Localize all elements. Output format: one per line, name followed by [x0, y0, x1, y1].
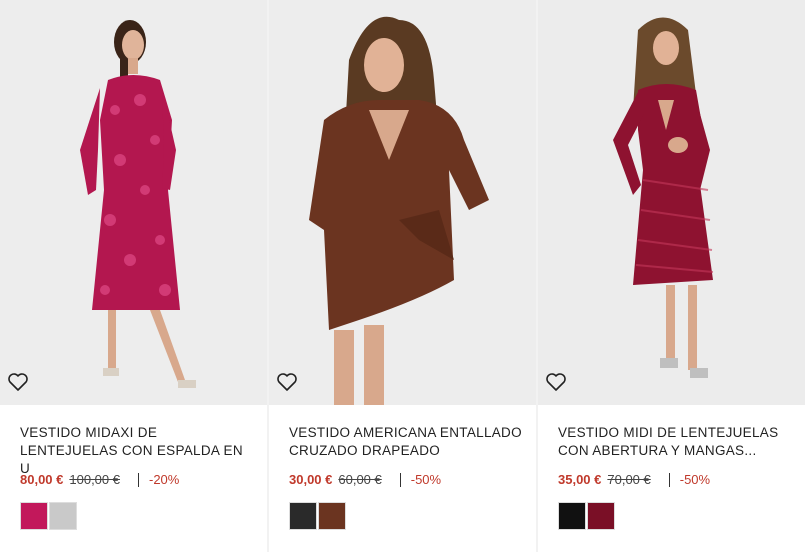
product-card[interactable]: VESTIDO AMERICANA ENTALLADO CRUZADO DRAP…	[269, 0, 536, 552]
product-title[interactable]: VESTIDO MIDAXI DE LENTEJUELAS CON ESPALD…	[20, 424, 255, 478]
price-row: 35,00 € 70,00 € -50%	[558, 472, 710, 487]
original-price: 100,00 €	[69, 472, 120, 487]
product-title[interactable]: VESTIDO MIDI DE LENTEJUELAS CON ABERTURA…	[558, 424, 793, 460]
swatch-chocolate[interactable]	[318, 502, 346, 530]
current-price: 80,00 €	[20, 472, 64, 487]
product-image[interactable]	[269, 0, 536, 405]
color-swatches	[289, 502, 346, 530]
product-card[interactable]: VESTIDO MIDAXI DE LENTEJUELAS CON ESPALD…	[0, 0, 267, 552]
color-swatches	[20, 502, 77, 530]
product-card[interactable]: VESTIDO MIDI DE LENTEJUELAS CON ABERTURA…	[538, 0, 805, 552]
swatch-silver-sequin[interactable]	[49, 502, 77, 530]
swatch-black[interactable]	[289, 502, 317, 530]
swatch-fuchsia-sequin[interactable]	[20, 502, 48, 530]
product-grid: VESTIDO MIDAXI DE LENTEJUELAS CON ESPALD…	[0, 0, 805, 552]
heart-icon[interactable]	[6, 370, 30, 394]
product-image[interactable]	[538, 0, 805, 405]
product-image[interactable]	[0, 0, 267, 405]
current-price: 30,00 €	[289, 472, 333, 487]
color-swatches	[558, 502, 615, 530]
discount-badge: -50%	[679, 472, 711, 487]
original-price: 60,00 €	[338, 472, 382, 487]
discount-badge: -20%	[148, 472, 180, 487]
discount-badge: -50%	[410, 472, 442, 487]
heart-icon[interactable]	[275, 370, 299, 394]
original-price: 70,00 €	[607, 472, 651, 487]
price-row: 30,00 € 60,00 € -50%	[289, 472, 441, 487]
price-divider	[137, 472, 139, 487]
product-title[interactable]: VESTIDO AMERICANA ENTALLADO CRUZADO DRAP…	[289, 424, 524, 460]
swatch-black-sequin[interactable]	[558, 502, 586, 530]
current-price: 35,00 €	[558, 472, 602, 487]
heart-icon[interactable]	[544, 370, 568, 394]
price-row: 80,00 € 100,00 € -20%	[20, 472, 179, 487]
swatch-burgundy-sequin[interactable]	[587, 502, 615, 530]
price-divider	[668, 472, 670, 487]
price-divider	[399, 472, 401, 487]
